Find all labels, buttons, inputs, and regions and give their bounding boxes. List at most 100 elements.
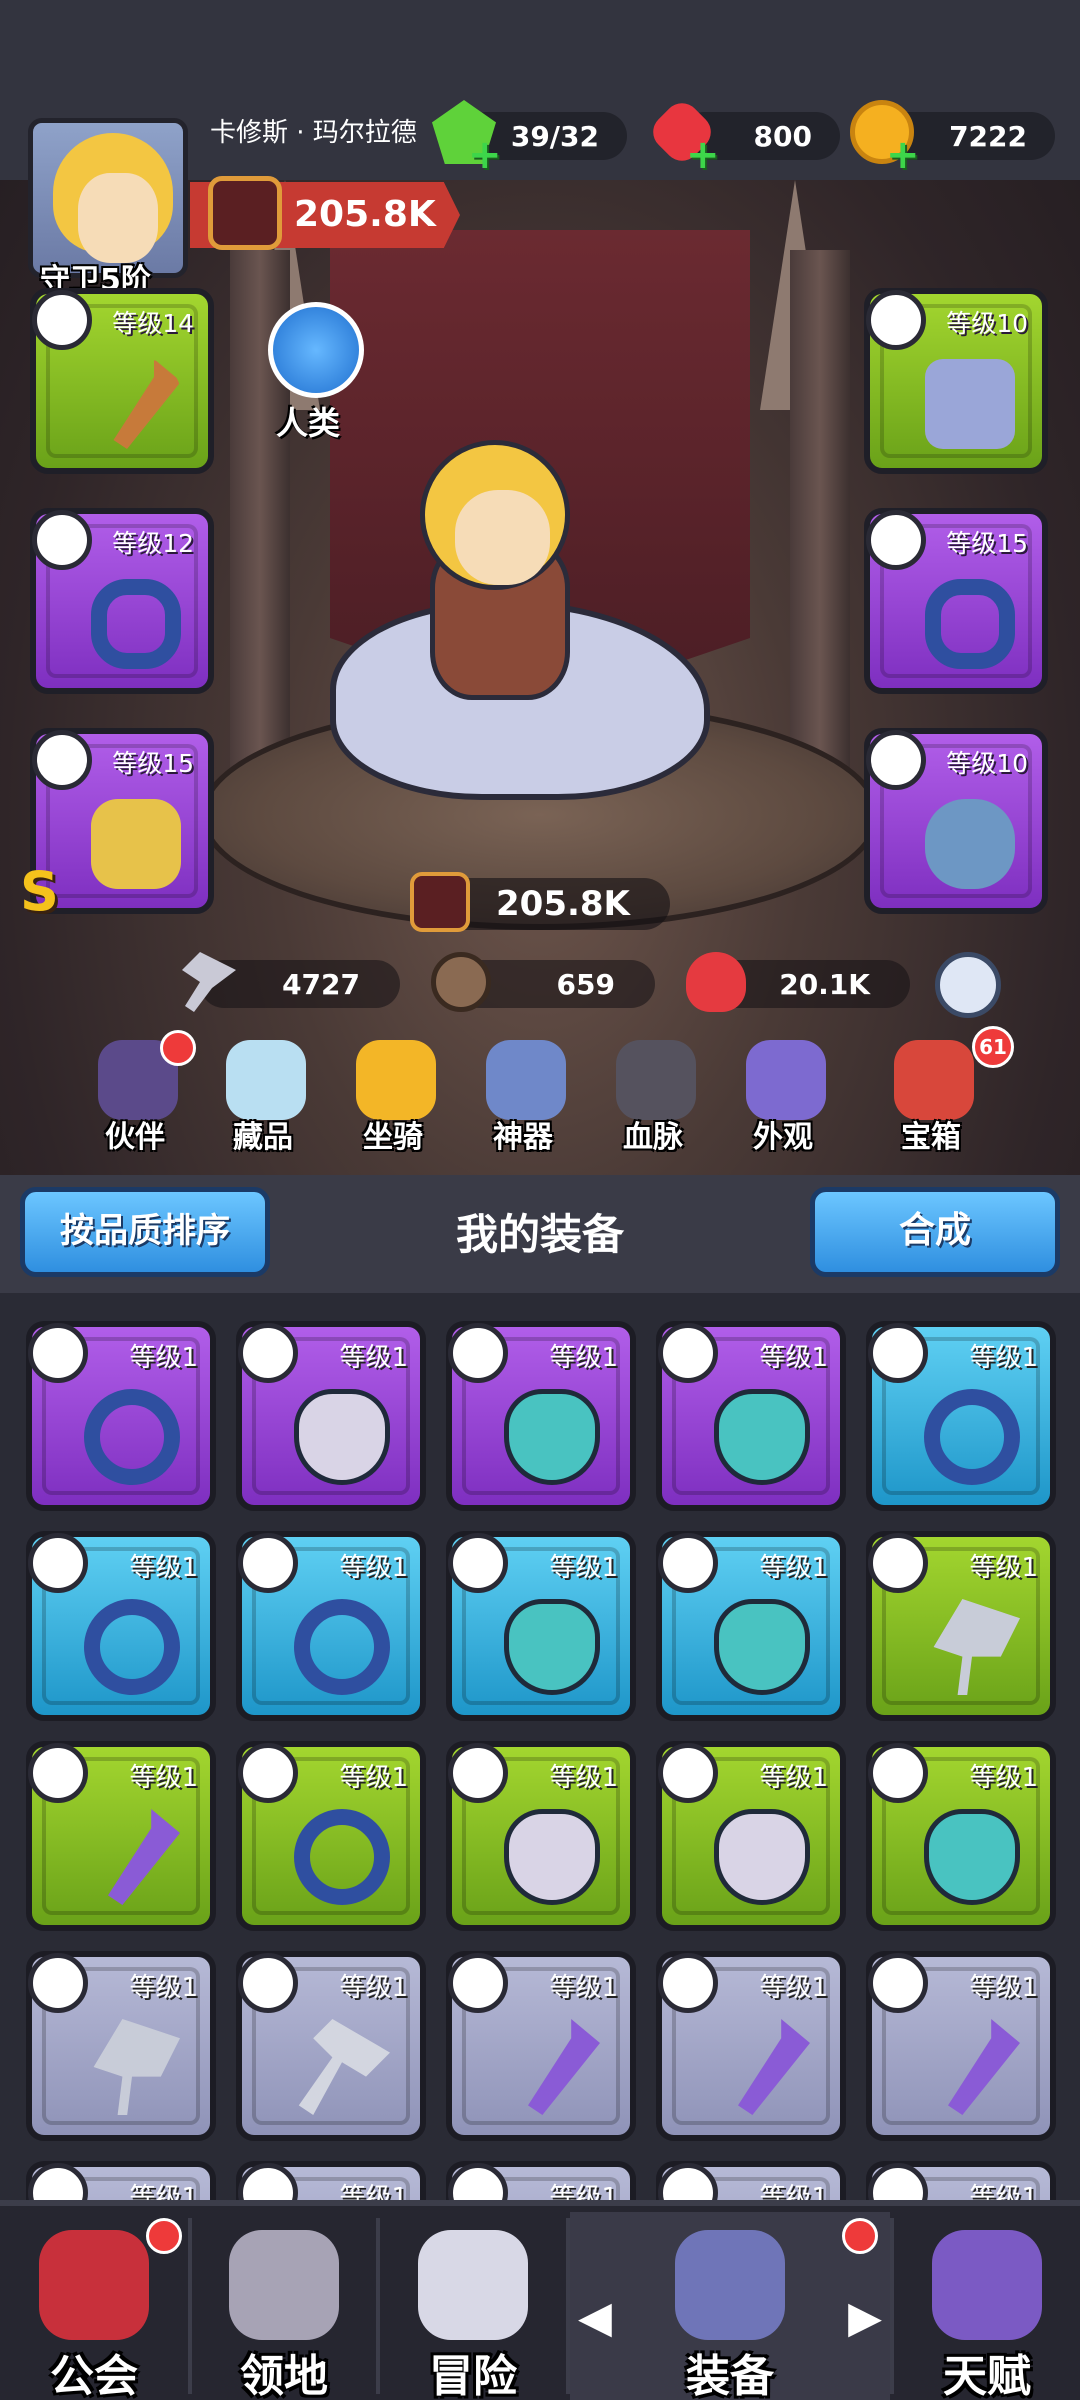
item-level: 等级1 xyxy=(549,1763,618,1793)
inventory-item[interactable]: 等级1 xyxy=(446,1321,636,1511)
feature-companion[interactable]: 伙伴 xyxy=(80,1030,196,1170)
item-type-icon xyxy=(238,1323,298,1383)
inventory-item[interactable]: 等级1 xyxy=(866,2161,1056,2200)
mask-pink-icon xyxy=(504,1809,600,1905)
item-level: 等级1 xyxy=(969,1553,1038,1583)
inventory-item[interactable]: 等级1 xyxy=(866,1741,1056,1931)
inventory-item[interactable]: 等级1 xyxy=(446,1951,636,2141)
merge-button[interactable]: 合成 xyxy=(810,1187,1060,1277)
feature-mount[interactable]: 坐骑 xyxy=(338,1040,448,1170)
equip-slot-weapon[interactable]: 等级14 xyxy=(30,288,214,474)
equip-level: 等级10 xyxy=(946,309,1028,338)
item-type-icon xyxy=(658,1743,718,1803)
nav-adventure[interactable]: 冒险 xyxy=(380,2212,566,2400)
mask-icon xyxy=(504,1389,600,1485)
item-level: 等级1 xyxy=(549,1553,618,1583)
item-type-icon xyxy=(658,1533,718,1593)
feature-collection[interactable]: 藏品 xyxy=(208,1040,318,1170)
inventory-item[interactable]: 等级1 xyxy=(236,1321,426,1511)
item-type-icon xyxy=(28,1323,88,1383)
feature-appearance[interactable]: 外观 xyxy=(728,1040,838,1170)
inventory-item[interactable]: 等级1 xyxy=(446,1741,636,1931)
inventory-item[interactable]: 等级1 xyxy=(656,2161,846,2200)
ring-icon xyxy=(91,579,181,669)
avatar-face xyxy=(78,173,158,263)
gold-counter[interactable]: + 7222 xyxy=(850,100,1055,175)
bloodline-icon xyxy=(616,1040,696,1120)
mask-icon xyxy=(924,1809,1020,1905)
item-type-icon xyxy=(868,1953,928,2013)
inventory-item[interactable]: 等级1 xyxy=(656,1951,846,2141)
nav-equipment[interactable]: ◀ 装备 ▶ xyxy=(570,2212,890,2400)
equip-slot-armor[interactable]: 等级10 xyxy=(864,288,1048,474)
race-label: 人类 xyxy=(276,404,341,442)
inventory-item[interactable]: 等级1 xyxy=(656,1741,846,1931)
bottom-navigation: 公会 领地 冒险 ◀ 装备 ▶ 天赋 xyxy=(0,2200,1080,2400)
inventory-item[interactable]: 等级1 xyxy=(236,2161,426,2200)
inventory-item[interactable]: 等级1 xyxy=(236,1951,426,2141)
mask-icon xyxy=(714,1389,810,1485)
item-type-icon xyxy=(28,1743,88,1803)
heart-icon xyxy=(686,952,746,1012)
amulet-type-icon xyxy=(32,730,92,790)
power-axe-icon xyxy=(410,872,470,932)
item-level: 等级1 xyxy=(549,1343,618,1373)
inventory-item[interactable]: 等级1 xyxy=(866,1951,1056,2141)
inventory-item[interactable]: 等级1 xyxy=(26,2161,216,2200)
nav-guild[interactable]: 公会 xyxy=(0,2212,188,2400)
item-type-icon xyxy=(658,1953,718,2013)
stamina-counter[interactable]: + 39/32 xyxy=(432,100,627,175)
add-stamina-icon[interactable]: + xyxy=(468,135,502,175)
item-type-icon xyxy=(28,1533,88,1593)
character-scene: 守卫5阶 卡修斯 · 玛尔拉德 + 39/32 + 800 + 7222 205… xyxy=(0,0,1080,1175)
ring-icon xyxy=(84,1389,180,1485)
mask-pink-icon xyxy=(294,1389,390,1485)
equip-slot-ring-2[interactable]: 等级15 xyxy=(864,508,1048,694)
armor-type-icon xyxy=(866,290,926,350)
feature-chest[interactable]: 宝箱 61 xyxy=(876,1026,1014,1170)
item-level: 等级1 xyxy=(339,1763,408,1793)
add-gems-icon[interactable]: + xyxy=(686,135,720,175)
item-level: 等级1 xyxy=(129,1343,198,1373)
inventory-item[interactable]: 等级1 xyxy=(26,1531,216,1721)
player-avatar[interactable] xyxy=(28,118,188,278)
add-gold-icon[interactable]: + xyxy=(886,135,920,175)
inventory-header: 按品质排序 我的装备 合成 xyxy=(0,1175,1080,1293)
item-level: 等级1 xyxy=(759,1763,828,1793)
inventory-item[interactable]: 等级1 xyxy=(236,1531,426,1721)
stats-detail-list-icon[interactable] xyxy=(935,952,1001,1018)
item-level: 等级1 xyxy=(759,1973,828,2003)
ring-icon xyxy=(294,1809,390,1905)
inventory-item[interactable]: 等级1 xyxy=(866,1321,1056,1511)
inventory-item[interactable]: 等级1 xyxy=(866,1531,1056,1721)
item-level: 等级1 xyxy=(969,1763,1038,1793)
race-emblem-icon[interactable] xyxy=(268,302,364,398)
equip-slot-helmet[interactable]: 等级10 xyxy=(864,728,1048,914)
inventory-item[interactable]: 等级1 xyxy=(236,1741,426,1931)
nav-talent[interactable]: 天赋 xyxy=(894,2212,1080,2400)
inventory-item[interactable]: 等级1 xyxy=(446,1531,636,1721)
ring-icon xyxy=(84,1599,180,1695)
equip-level: 等级12 xyxy=(112,529,194,558)
talent-book-icon xyxy=(932,2230,1042,2340)
inventory-item[interactable]: 等级1 xyxy=(26,1321,216,1511)
item-type-icon xyxy=(868,1533,928,1593)
item-type-icon xyxy=(868,1743,928,1803)
equip-slot-ring-1[interactable]: 等级12 xyxy=(30,508,214,694)
gem-counter[interactable]: + 800 xyxy=(645,95,840,175)
item-level: 等级1 xyxy=(969,1973,1038,2003)
inventory-item[interactable]: 等级1 xyxy=(26,1951,216,2141)
inventory-item[interactable]: 等级1 xyxy=(656,1321,846,1511)
inventory-item[interactable]: 等级1 xyxy=(656,1531,846,1721)
artifact-icon xyxy=(486,1040,566,1120)
item-type-icon xyxy=(868,1323,928,1383)
collection-icon xyxy=(226,1040,306,1120)
chevron-left-icon: ◀ xyxy=(578,2292,612,2343)
helmet-icon xyxy=(925,799,1015,889)
inventory-item[interactable]: 等级1 xyxy=(26,1741,216,1931)
feature-bloodline[interactable]: 血脉 xyxy=(598,1040,708,1170)
nav-territory[interactable]: 领地 xyxy=(192,2212,376,2400)
inventory-item[interactable]: 等级1 xyxy=(446,2161,636,2200)
feature-artifact[interactable]: 神器 xyxy=(468,1040,578,1170)
hero-face xyxy=(455,490,550,585)
